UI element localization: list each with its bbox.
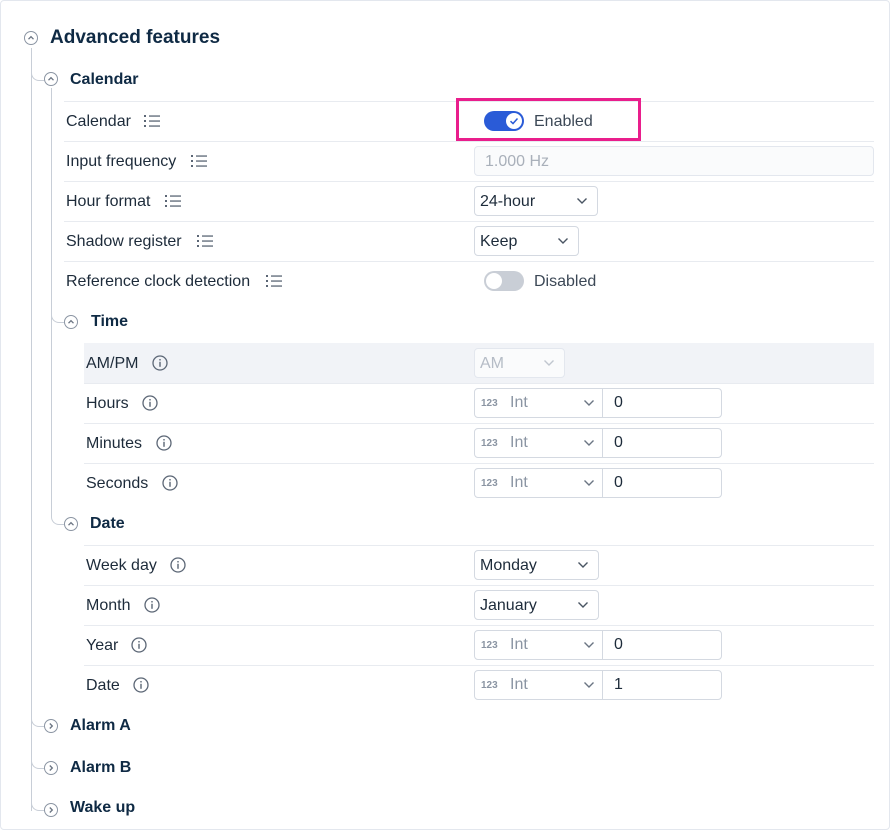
date-label: Date (86, 677, 120, 694)
year-number-field[interactable]: 123 Int 0 (474, 630, 722, 660)
shadow-register-label: Shadow register (66, 233, 182, 250)
date-value[interactable]: 1 (614, 676, 623, 694)
chevron-down-icon (578, 562, 588, 568)
info-icon[interactable] (170, 557, 186, 573)
list-icon[interactable] (197, 233, 213, 249)
weekday-select[interactable]: Monday (474, 550, 599, 580)
expand-icon[interactable] (44, 803, 58, 817)
ampm-label: AM/PM (86, 355, 139, 372)
collapse-icon[interactable] (24, 31, 38, 45)
collapse-icon[interactable] (64, 315, 78, 329)
info-icon[interactable] (156, 435, 172, 451)
highlight-box (456, 98, 641, 141)
minutes-value[interactable]: 0 (614, 434, 623, 452)
collapse-icon[interactable] (44, 72, 58, 86)
info-icon[interactable] (162, 475, 178, 491)
chevron-down-icon (558, 238, 568, 244)
hour-format-label: Hour format (66, 193, 151, 210)
type-select[interactable]: 123 Int (475, 671, 603, 699)
collapse-icon[interactable] (64, 517, 78, 531)
list-icon[interactable] (191, 153, 207, 169)
expand-icon[interactable] (44, 761, 58, 775)
expand-icon[interactable] (44, 719, 58, 733)
type-select[interactable]: 123 Int (475, 389, 603, 417)
tree-branch (51, 506, 64, 525)
chevron-down-icon (584, 682, 594, 688)
tree-branch (31, 792, 44, 811)
date-number-field[interactable]: 123 Int 1 (474, 670, 722, 700)
list-icon[interactable] (165, 193, 181, 209)
chevron-down-icon (584, 480, 594, 486)
section-title-advanced-features[interactable]: Advanced features (50, 27, 220, 49)
chevron-down-icon (544, 360, 554, 366)
hours-number-field[interactable]: 123 Int 0 (474, 388, 722, 418)
section-title-wake-up[interactable]: Wake up (70, 799, 135, 817)
hour-format-select[interactable]: 24-hour (474, 186, 598, 216)
section-title-alarm-b[interactable]: Alarm B (70, 759, 131, 777)
info-icon[interactable] (142, 395, 158, 411)
calendar-label: Calendar (66, 113, 131, 130)
shadow-register-row (64, 221, 874, 261)
seconds-number-field[interactable]: 123 Int 0 (474, 468, 722, 498)
tree-branch (31, 64, 44, 81)
month-label: Month (86, 597, 131, 614)
chevron-down-icon (577, 198, 587, 204)
month-select[interactable]: January (474, 590, 599, 620)
ampm-select[interactable]: AM (474, 348, 565, 378)
tree-branch (31, 708, 44, 727)
info-icon[interactable] (152, 355, 168, 371)
chevron-down-icon (584, 440, 594, 446)
ref-clock-toggle-label: Disabled (534, 273, 597, 290)
section-title-alarm-a[interactable]: Alarm A (70, 717, 131, 735)
ref-clock-toggle[interactable] (484, 271, 524, 291)
tree-branch (51, 304, 64, 323)
section-title-calendar[interactable]: Calendar (70, 71, 138, 89)
seconds-label: Seconds (86, 475, 149, 492)
type-select[interactable]: 123 Int (475, 429, 603, 457)
seconds-value[interactable]: 0 (614, 474, 623, 492)
year-value[interactable]: 0 (614, 636, 623, 654)
info-icon[interactable] (131, 637, 147, 653)
hour-format-row (64, 181, 874, 221)
chevron-down-icon (578, 602, 588, 608)
hours-label: Hours (86, 395, 129, 412)
input-frequency-field[interactable]: 1.000 Hz (474, 146, 874, 176)
chevron-down-icon (584, 400, 594, 406)
shadow-register-select[interactable]: Keep (474, 226, 579, 256)
chevron-down-icon (584, 642, 594, 648)
list-icon[interactable] (144, 113, 160, 129)
info-icon[interactable] (144, 597, 160, 613)
type-select[interactable]: 123 Int (475, 631, 603, 659)
ref-clock-label: Reference clock detection (66, 273, 251, 290)
list-icon[interactable] (266, 273, 282, 289)
tree-line-main (31, 48, 32, 811)
tree-branch (31, 750, 44, 769)
hours-value[interactable]: 0 (614, 394, 623, 412)
minutes-label: Minutes (86, 435, 143, 452)
minutes-number-field[interactable]: 123 Int 0 (474, 428, 722, 458)
tree-line-calendar (51, 88, 52, 506)
info-icon[interactable] (133, 677, 149, 693)
type-select[interactable]: 123 Int (475, 469, 603, 497)
section-title-time[interactable]: Time (91, 313, 128, 331)
weekday-label: Week day (86, 557, 157, 574)
section-title-date[interactable]: Date (90, 515, 125, 533)
year-label: Year (86, 637, 119, 654)
input-frequency-label: Input frequency (66, 153, 177, 170)
